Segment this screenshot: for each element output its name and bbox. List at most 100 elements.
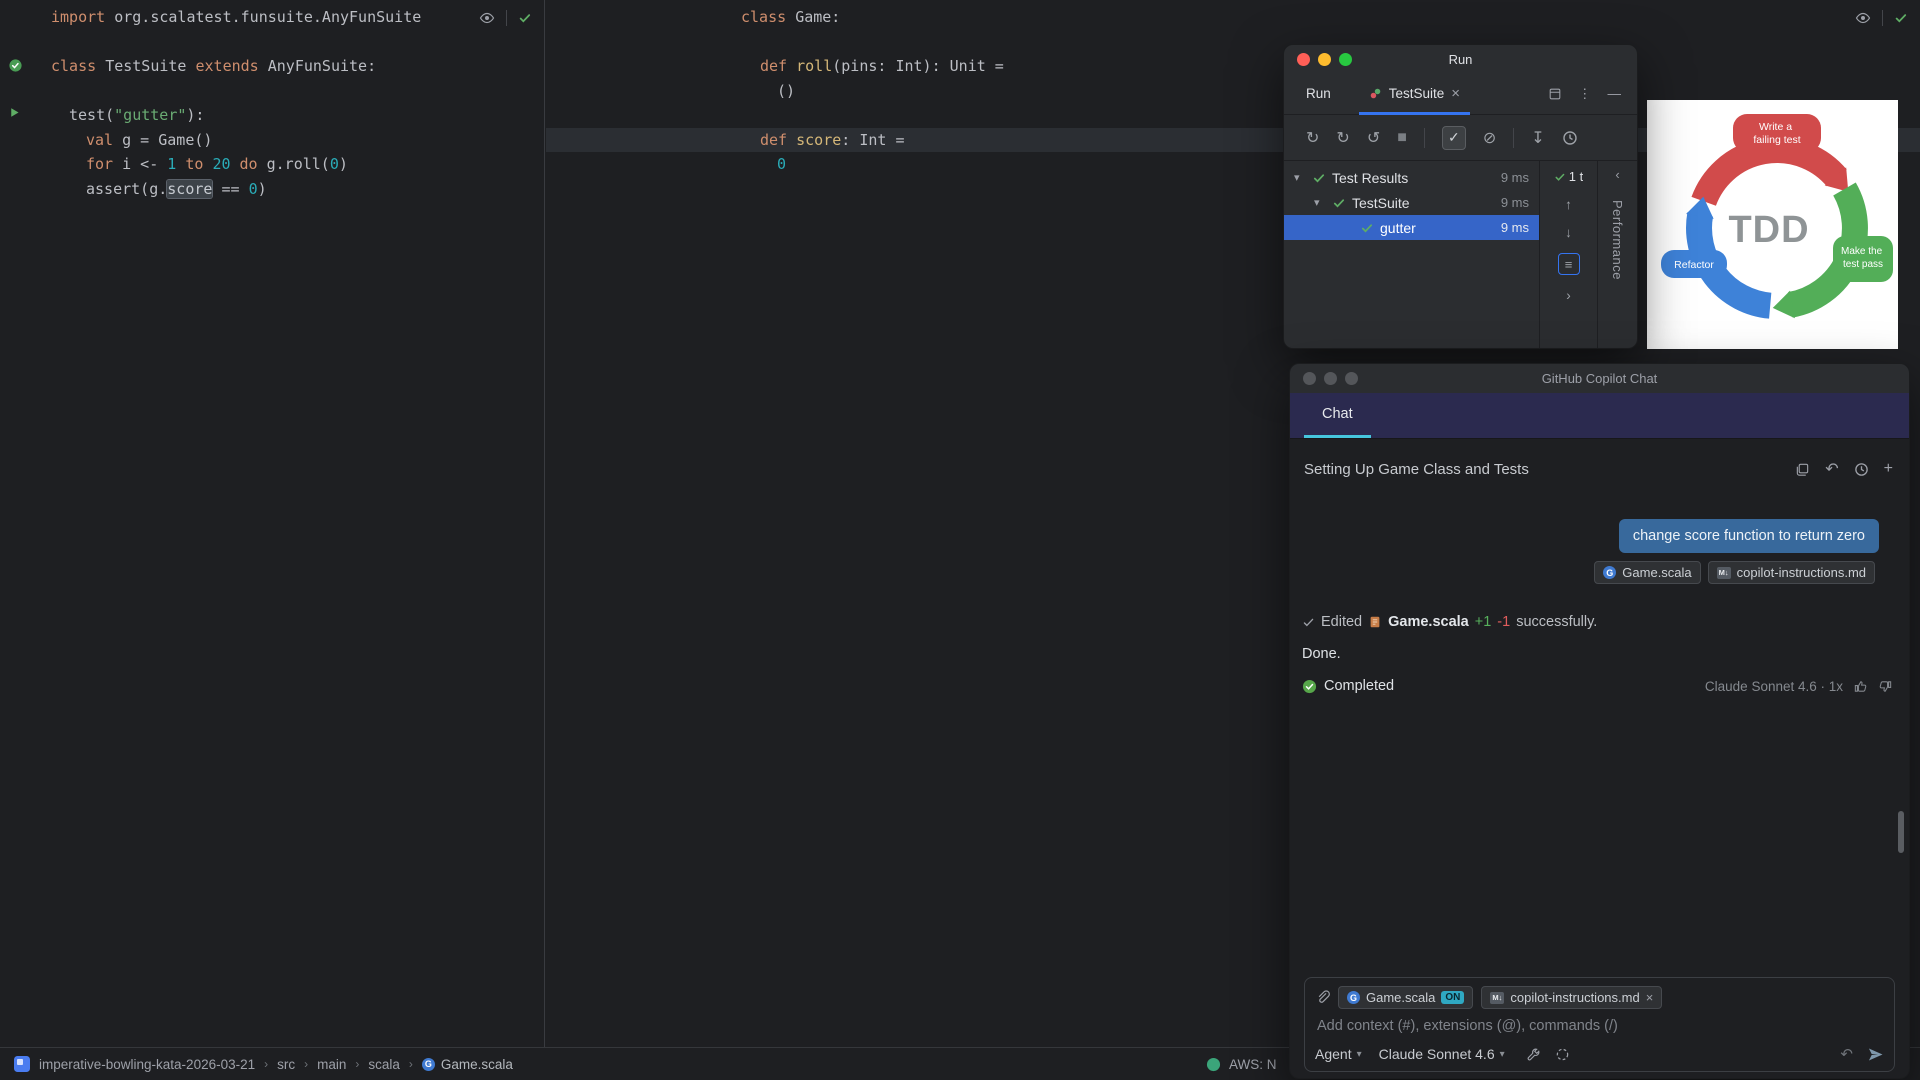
attachment-chip[interactable]: M↓ copilot-instructions.md × bbox=[1481, 986, 1663, 1009]
inspection-widget[interactable] bbox=[479, 10, 532, 26]
model-usage-info: Claude Sonnet 4.6 · 1x bbox=[1704, 678, 1843, 694]
rerun-failed-tests-icon[interactable]: ↻ bbox=[1336, 128, 1349, 148]
reader-mode-eye-icon[interactable] bbox=[479, 10, 495, 26]
run-test-gutter-icon[interactable] bbox=[8, 106, 23, 121]
attachment-chip[interactable]: G Game.scala ON bbox=[1338, 986, 1474, 1009]
breadcrumb-item[interactable]: scala bbox=[368, 1057, 400, 1072]
close-button[interactable] bbox=[1303, 372, 1316, 385]
edit-result-row: Edited Game.scala +1 -1 successfully. bbox=[1302, 614, 1909, 630]
history-icon[interactable] bbox=[1854, 462, 1869, 477]
zoom-button[interactable] bbox=[1345, 372, 1358, 385]
breadcrumb-item[interactable]: imperative-bowling-kata-2026-03-21 bbox=[39, 1057, 255, 1072]
toggle-auto-test-icon[interactable]: ↺ bbox=[1367, 128, 1380, 148]
no-problems-check-icon[interactable] bbox=[1894, 11, 1908, 25]
more-options-icon[interactable]: ⋮ bbox=[1578, 86, 1592, 102]
copilot-title-bar[interactable]: GitHub Copilot Chat bbox=[1290, 364, 1909, 393]
breadcrumb-label: Game.scala bbox=[440, 1056, 513, 1072]
code-line: def roll(pins: Int): Unit = bbox=[760, 57, 1004, 75]
attachment-chip[interactable]: G Game.scala bbox=[1594, 561, 1701, 584]
tools-icon[interactable] bbox=[1526, 1047, 1541, 1062]
test-status-panel: 1 t ↑ ↓ ≡ › bbox=[1539, 161, 1597, 348]
thread-title: Setting Up Game Class and Tests bbox=[1304, 460, 1529, 478]
copilot-chat-window[interactable]: GitHub Copilot Chat Chat Setting Up Game… bbox=[1289, 363, 1910, 1079]
breadcrumb-item[interactable]: G Game.scala bbox=[421, 1056, 513, 1072]
tab-chat[interactable]: Chat bbox=[1304, 393, 1371, 438]
usage-quota-icon[interactable] bbox=[1555, 1047, 1570, 1062]
tab-testsuite[interactable]: TestSuite × bbox=[1358, 73, 1471, 115]
chevron-down-icon[interactable]: ▾ bbox=[1294, 171, 1306, 184]
navigate-next-icon[interactable]: › bbox=[1566, 288, 1571, 303]
separator bbox=[1882, 10, 1883, 26]
completed-check-icon bbox=[1302, 679, 1317, 694]
test-duration: 9 ms bbox=[1500, 170, 1529, 185]
zoom-button[interactable] bbox=[1339, 53, 1352, 66]
previous-failed-test-icon[interactable]: ↑ bbox=[1565, 197, 1572, 212]
chat-input-panel: G Game.scala ON M↓ copilot-instructions.md × … bbox=[1304, 977, 1895, 1072]
scrollbar-thumb[interactable] bbox=[1898, 811, 1904, 853]
check-icon bbox=[1302, 616, 1315, 629]
copy-thread-icon[interactable] bbox=[1795, 462, 1810, 477]
test-tree-row[interactable]: gutter 9 ms bbox=[1284, 215, 1539, 240]
close-button[interactable] bbox=[1297, 53, 1310, 66]
test-passed-gutter-icon[interactable] bbox=[8, 58, 23, 73]
redo-icon[interactable]: ↶ bbox=[1840, 1045, 1853, 1063]
tab-performance[interactable]: Performance bbox=[1610, 200, 1625, 280]
show-ignored-icon[interactable]: ⊘ bbox=[1483, 128, 1496, 148]
editor-pane-testsuite[interactable]: import org.scalatest.funsuite.AnyFunSuit… bbox=[0, 0, 545, 1047]
run-window[interactable]: Run Run TestSuite × ⋮ — ↻ ↻ ↺ ■ ✓ ⊘ ↧ ▾ … bbox=[1283, 44, 1638, 349]
undo-icon[interactable]: ↶ bbox=[1825, 459, 1838, 479]
code-area[interactable]: import org.scalatest.funsuite.AnyFunSuit… bbox=[0, 0, 544, 201]
diff-added: +1 bbox=[1474, 614, 1492, 630]
close-icon[interactable]: × bbox=[1646, 990, 1654, 1005]
breadcrumb-separator: › bbox=[264, 1057, 269, 1071]
breadcrumb-item[interactable]: src bbox=[277, 1057, 295, 1072]
attach-context-icon[interactable] bbox=[1315, 990, 1330, 1005]
reader-mode-eye-icon[interactable] bbox=[1855, 10, 1871, 26]
float-mode-icon[interactable] bbox=[1548, 87, 1562, 101]
new-chat-icon[interactable]: + bbox=[1884, 460, 1893, 478]
show-passed-toggle[interactable]: ✓ bbox=[1441, 125, 1466, 150]
thumbs-down-icon[interactable] bbox=[1878, 679, 1893, 694]
aws-status-widget[interactable]: AWS: N bbox=[1206, 1057, 1277, 1072]
edited-suffix: successfully. bbox=[1516, 614, 1598, 630]
agent-mode-dropdown[interactable]: Agent ▾ bbox=[1315, 1046, 1362, 1062]
sort-tests-button[interactable]: ≡ bbox=[1557, 253, 1580, 275]
chevron-down-icon[interactable]: ▾ bbox=[1314, 196, 1326, 209]
minimize-button[interactable] bbox=[1324, 372, 1337, 385]
test-tree-row[interactable]: ▾ TestSuite 9 ms bbox=[1284, 190, 1539, 215]
tab-label: TestSuite bbox=[1388, 86, 1445, 101]
no-problems-check-icon[interactable] bbox=[518, 11, 532, 25]
test-results-tree[interactable]: ▾ Test Results 9 ms ▾ TestSuite 9 ms gutter 9 m… bbox=[1284, 161, 1539, 348]
edited-file-name[interactable]: Game.scala bbox=[1388, 614, 1469, 630]
run-toolbar: ↻ ↻ ↺ ■ ✓ ⊘ ↧ bbox=[1284, 115, 1637, 161]
breadcrumb-item[interactable]: main bbox=[317, 1057, 346, 1072]
svg-text:Refactor: Refactor bbox=[1674, 259, 1714, 271]
attachment-chip[interactable]: M↓ copilot-instructions.md bbox=[1707, 561, 1875, 584]
diff-removed: -1 bbox=[1497, 614, 1511, 630]
chat-input[interactable] bbox=[1315, 1017, 1884, 1035]
collapse-all-icon[interactable]: ↧ bbox=[1531, 128, 1544, 148]
test-duration: 9 ms bbox=[1500, 195, 1529, 210]
code-line: for i <- 1 to 20 do g.roll(0) bbox=[86, 155, 348, 173]
stop-icon[interactable]: ■ bbox=[1397, 129, 1407, 147]
hide-tool-window-icon[interactable]: — bbox=[1608, 86, 1622, 101]
run-tool-label: Run bbox=[1306, 86, 1331, 101]
history-icon[interactable] bbox=[1562, 130, 1578, 146]
svg-text:Write a failing test: Write a failing test bbox=[1753, 121, 1800, 146]
tests-passed-badge: 1 t bbox=[1554, 169, 1583, 184]
model-dropdown[interactable]: Claude Sonnet 4.6 ▾ bbox=[1379, 1046, 1505, 1062]
send-icon[interactable] bbox=[1867, 1046, 1884, 1063]
inspection-widget[interactable] bbox=[1855, 10, 1908, 26]
test-tree-row[interactable]: ▾ Test Results 9 ms bbox=[1284, 165, 1539, 190]
thumbs-up-icon[interactable] bbox=[1853, 679, 1868, 694]
context-attachments: G Game.scala ON M↓ copilot-instructions.md × bbox=[1338, 986, 1663, 1009]
minimize-button[interactable] bbox=[1318, 53, 1331, 66]
run-window-title-bar[interactable]: Run bbox=[1284, 45, 1637, 73]
next-failed-test-icon[interactable]: ↓ bbox=[1565, 225, 1572, 240]
close-icon[interactable]: × bbox=[1451, 85, 1460, 102]
collapse-panel-icon[interactable]: ‹ bbox=[1615, 167, 1619, 182]
rerun-tests-icon[interactable]: ↻ bbox=[1306, 128, 1319, 148]
chat-content: Setting Up Game Class and Tests ↶ + chan… bbox=[1290, 439, 1909, 1078]
aws-icon bbox=[1206, 1057, 1221, 1072]
